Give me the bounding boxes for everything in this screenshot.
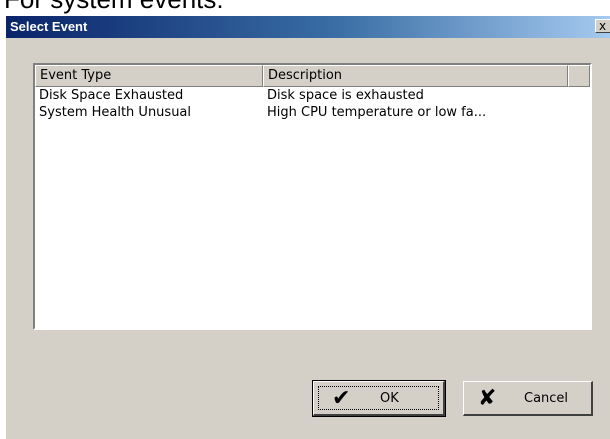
checkmark-icon: ✔: [332, 386, 351, 411]
document-caption: For system events:: [4, 0, 224, 12]
event-type-cell: System Health Unusual: [39, 105, 192, 120]
description-cell: High CPU temperature or low fa...: [267, 105, 487, 120]
title-bar[interactable]: Select Event x: [6, 16, 610, 38]
cross-icon: ✘: [478, 386, 497, 411]
column-header-event-type[interactable]: Event Type: [35, 65, 263, 87]
close-button[interactable]: x: [595, 19, 610, 33]
event-type-cell: Disk Space Exhausted: [39, 88, 184, 103]
description-cell: Disk space is exhausted: [267, 88, 424, 103]
event-list[interactable]: Event Type Description Disk Space Exhaus…: [33, 63, 592, 330]
cancel-button[interactable]: ✘ Cancel: [463, 381, 593, 416]
ok-label: OK: [380, 391, 399, 406]
list-header: Event Type Description: [35, 65, 590, 87]
column-header-filler: [568, 65, 590, 87]
select-event-dialog: Select Event x Event Type Description Di…: [6, 16, 610, 439]
list-item[interactable]: System Health Unusual High CPU temperatu…: [35, 104, 590, 121]
cancel-label: Cancel: [524, 391, 569, 406]
dialog-title: Select Event: [10, 19, 88, 34]
close-icon: x: [599, 19, 607, 33]
list-item[interactable]: Disk Space Exhausted Disk space is exhau…: [35, 87, 590, 104]
ok-button[interactable]: ✔ OK: [312, 380, 446, 417]
column-header-description[interactable]: Description: [263, 65, 568, 87]
